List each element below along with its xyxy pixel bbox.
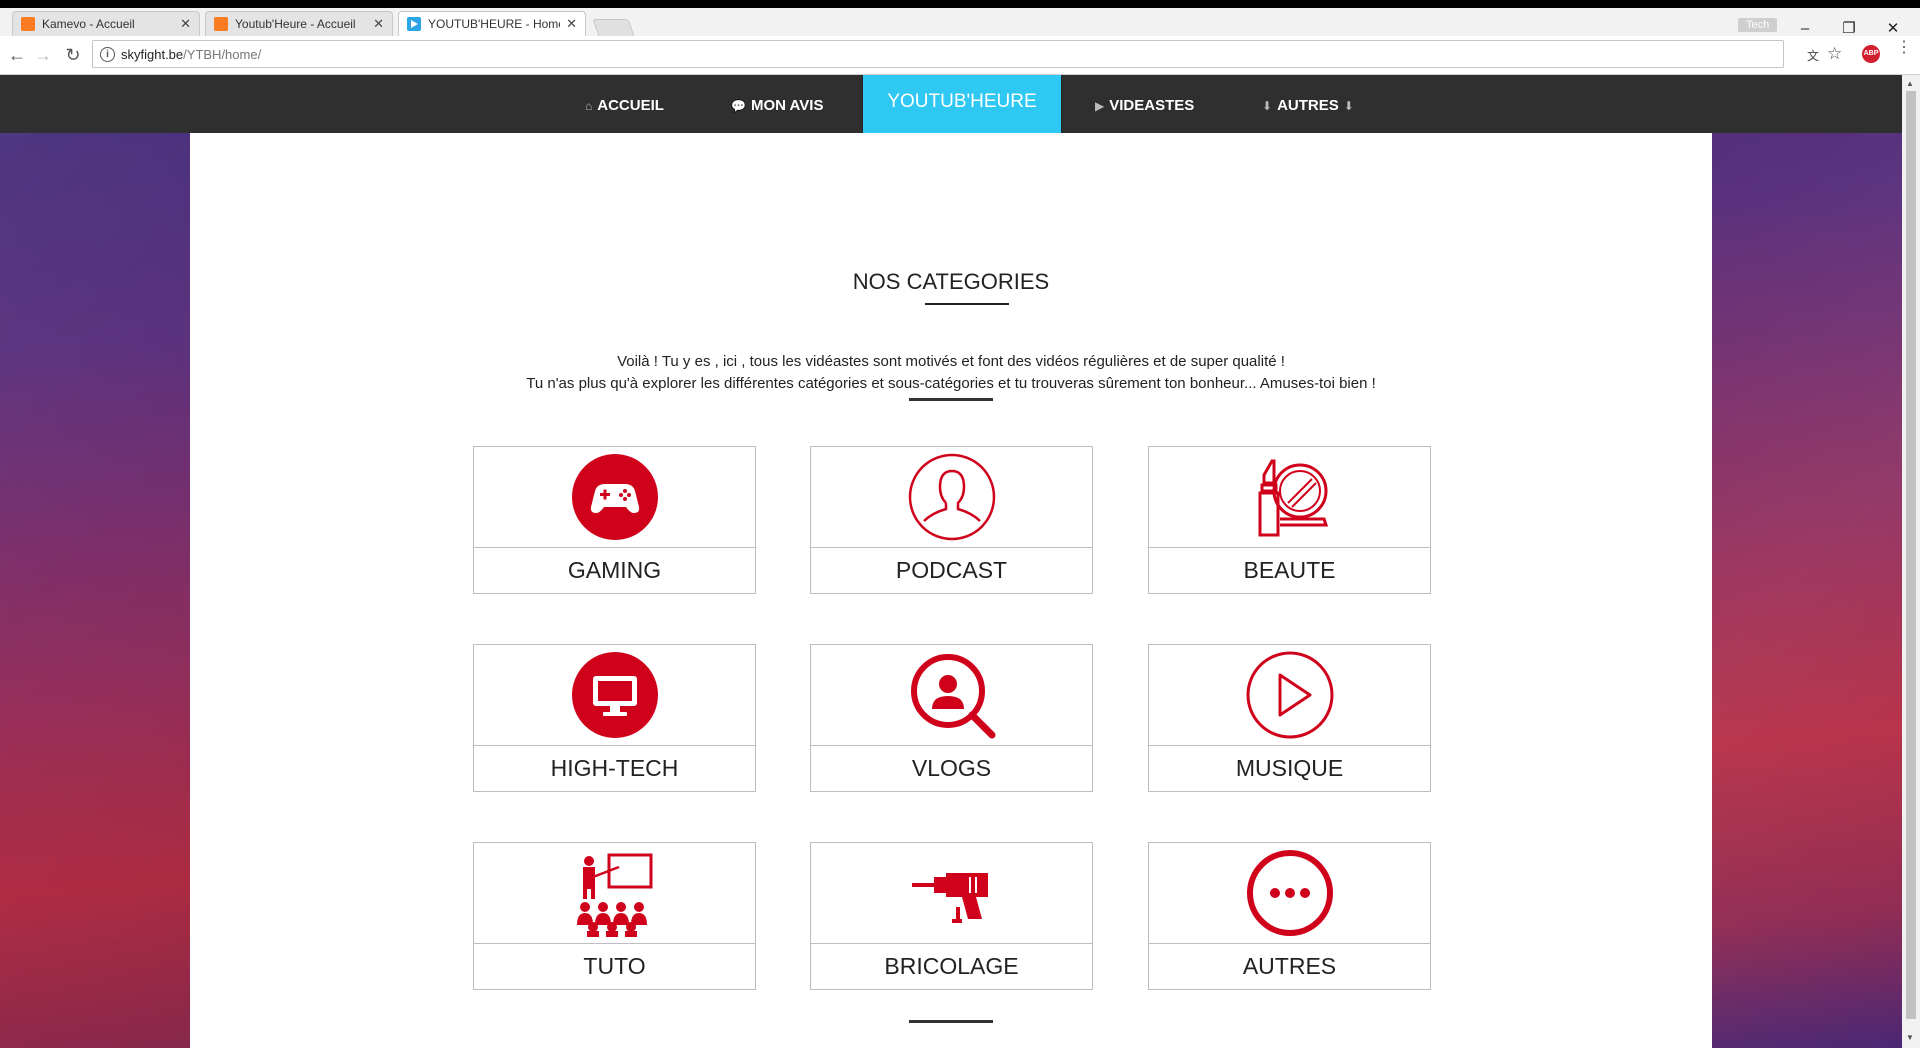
intro-line-2: Tu n'as plus qu'à explorer les différent… — [526, 375, 1376, 392]
play-icon: ▶ — [1095, 99, 1105, 113]
home-icon: ⌂ — [585, 99, 593, 113]
monitor-icon — [571, 652, 658, 738]
tab-title: YOUTUB'HEURE - Home — [428, 17, 561, 31]
tab-youtubheure[interactable]: Youtub'Heure - Accueil ✕ — [205, 11, 393, 36]
scroll-up-icon[interactable]: ▲ — [1906, 79, 1914, 88]
play-circle-icon — [1246, 651, 1333, 739]
category-label: BEAUTE — [1243, 557, 1336, 583]
category-label: PODCAST — [895, 557, 1008, 583]
forward-icon[interactable]: → — [32, 44, 54, 66]
category-label: BRICOLAGE — [884, 953, 1019, 979]
profile-badge[interactable]: Tech — [1738, 18, 1778, 32]
category-label: HIGH-TECH — [550, 755, 679, 781]
tab-title: Youtub'Heure - Accueil — [235, 17, 356, 31]
page-background: ⌂ ACCUEIL 💬 MON AVIS YOUTUB'HEURE ▶ VIDEAST… — [0, 75, 1902, 1048]
browser-toolbar: ← → ↻ i skyfight.be/YTBH/home/ 文 ☆ ABP ⋮ — [0, 36, 1920, 75]
separator — [909, 1020, 993, 1023]
category-beaute[interactable]: BEAUTE — [1148, 446, 1431, 594]
category-label: VLOGS — [911, 755, 992, 781]
person-icon — [908, 453, 995, 541]
back-icon[interactable]: ← — [6, 44, 28, 66]
title-underline — [925, 303, 1009, 305]
drill-icon — [911, 873, 988, 923]
category-gaming[interactable]: GAMING — [473, 446, 756, 594]
category-musique[interactable]: MUSIQUE — [1148, 644, 1431, 792]
arrow-down-icon: ⬇ — [1262, 99, 1273, 113]
category-autres[interactable]: AUTRES — [1148, 842, 1431, 990]
tab-title: Kamevo - Accueil — [42, 17, 135, 31]
scroll-thumb[interactable] — [1906, 91, 1916, 1019]
separator — [909, 398, 993, 401]
comment-icon: 💬 — [731, 99, 746, 113]
info-icon[interactable]: i — [100, 47, 115, 62]
nav-accueil[interactable]: ⌂ ACCUEIL — [585, 97, 664, 114]
category-label: GAMING — [567, 557, 662, 583]
intro-line-1: Voilà ! Tu y es , ici , tous les vidéast… — [617, 353, 1285, 370]
translate-icon[interactable]: 文 — [1807, 47, 1819, 64]
window-top-bar — [0, 0, 1920, 8]
close-icon[interactable]: ✕ — [180, 16, 191, 32]
more-icon — [1246, 850, 1333, 936]
gamepad-icon — [571, 454, 658, 540]
user-search-icon — [910, 654, 995, 739]
kamevo-icon — [214, 17, 228, 31]
bookmark-star-icon[interactable]: ☆ — [1827, 44, 1842, 64]
kamevo-icon — [21, 17, 35, 31]
reload-icon[interactable]: ↻ — [62, 44, 84, 66]
main-content: NOS CATEGORIES Voilà ! Tu y es , ici , t… — [190, 133, 1712, 1048]
menu-icon[interactable]: ⋮ — [1896, 40, 1912, 56]
category-podcast[interactable]: PODCAST — [810, 446, 1093, 594]
category-label: TUTO — [583, 953, 646, 979]
tab-youtubheure-home[interactable]: YOUTUB'HEURE - Home ✕ — [398, 11, 586, 36]
nav-videastes[interactable]: ▶ VIDEASTES — [1095, 97, 1194, 114]
teacher-icon — [576, 853, 652, 937]
tab-kamevo[interactable]: Kamevo - Accueil ✕ — [12, 11, 200, 36]
category-tuto[interactable]: TUTO — [473, 842, 756, 990]
category-vlogs[interactable]: VLOGS — [810, 644, 1093, 792]
page-title: NOS CATEGORIES — [852, 269, 1050, 294]
category-high-tech[interactable]: HIGH-TECH — [473, 644, 756, 792]
adblock-icon[interactable]: ABP — [1862, 45, 1880, 63]
close-icon[interactable]: ✕ — [373, 16, 384, 32]
youtube-icon — [407, 17, 421, 31]
lipstick-mirror-icon — [1258, 459, 1328, 537]
close-icon[interactable]: ✕ — [566, 16, 577, 32]
scrollbar[interactable]: ▲ ▼ — [1902, 75, 1920, 1048]
nav-mon-avis[interactable]: 💬 MON AVIS — [731, 97, 823, 114]
url-text: skyfight.be/YTBH/home/ — [121, 47, 262, 62]
category-bricolage[interactable]: BRICOLAGE — [810, 842, 1093, 990]
tab-strip: Kamevo - Accueil ✕ Youtub'Heure - Accuei… — [0, 8, 1920, 39]
category-label: AUTRES — [1242, 953, 1337, 979]
category-label: MUSIQUE — [1235, 755, 1344, 781]
scroll-down-icon[interactable]: ▼ — [1906, 1033, 1914, 1042]
address-bar[interactable]: i skyfight.be/YTBH/home/ 文 ☆ — [92, 40, 1842, 68]
nav-autres[interactable]: ⬇ AUTRES ⬇ — [1262, 97, 1354, 114]
arrow-down-icon: ⬇ — [1343, 99, 1354, 113]
